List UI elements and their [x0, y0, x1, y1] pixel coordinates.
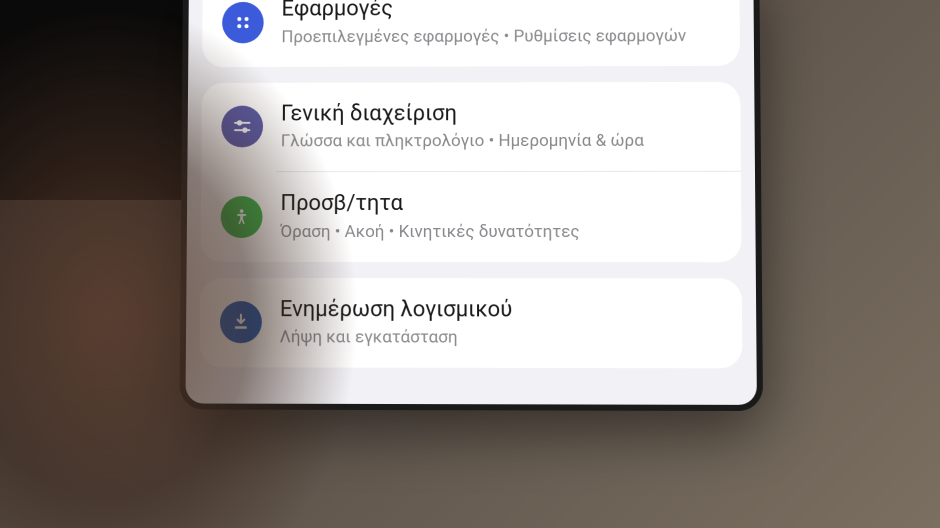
settings-item-subtitle: Λήψη και εγκατάσταση [280, 326, 722, 350]
person-icon [221, 196, 263, 238]
settings-item-title: Προσβ/τητα [280, 190, 721, 219]
settings-group: Γενική διαχείριση Γλώσσα και πληκτρολόγι… [201, 81, 742, 261]
settings-item-update[interactable]: Ενημέρωση λογισμικού Λήψη και εγκατάστασ… [200, 278, 743, 369]
settings-screen: Εφαρμογές Προεπιλεγμένες εφαρμογές • Ρυθ… [185, 0, 756, 405]
settings-item-title: Γενική διαχείριση [281, 99, 721, 128]
apps-icon [222, 2, 264, 44]
settings-item-text: Εφαρμογές Προεπιλεγμένες εφαρμογές • Ρυθ… [281, 0, 720, 49]
settings-item-general[interactable]: Γενική διαχείριση Γλώσσα και πληκτρολόγι… [201, 81, 741, 171]
settings-item-title: Ενημέρωση λογισμικού [280, 296, 722, 325]
settings-item-text: Προσβ/τητα Όραση • Ακοή • Κινητικές δυνα… [280, 190, 721, 244]
settings-group: Εφαρμογές Προεπιλεγμένες εφαρμογές • Ρυθ… [202, 0, 740, 67]
settings-item-text: Ενημέρωση λογισμικού Λήψη και εγκατάστασ… [280, 296, 722, 351]
settings-item-subtitle: Όραση • Ακοή • Κινητικές δυνατότητες [280, 221, 721, 244]
settings-item-accessibility[interactable]: Προσβ/τητα Όραση • Ακοή • Κινητικές δυνα… [201, 172, 742, 262]
settings-item-subtitle: Προεπιλεγμένες εφαρμογές • Ρυθμίσεις εφα… [281, 25, 720, 49]
sliders-icon [221, 106, 263, 148]
settings-item-title: Εφαρμογές [281, 0, 719, 24]
settings-group: Ενημέρωση λογισμικού Λήψη και εγκατάστασ… [200, 278, 743, 369]
settings-item-apps[interactable]: Εφαρμογές Προεπιλεγμένες εφαρμογές • Ρυθ… [202, 0, 740, 67]
phone-frame: Εφαρμογές Προεπιλεγμένες εφαρμογές • Ρυθ… [179, 0, 763, 411]
download-icon [220, 301, 262, 343]
settings-item-text: Γενική διαχείριση Γλώσσα και πληκτρολόγι… [281, 99, 721, 153]
settings-item-subtitle: Γλώσσα και πληκτρολόγιο • Ημερομηνία & ώ… [281, 130, 721, 153]
